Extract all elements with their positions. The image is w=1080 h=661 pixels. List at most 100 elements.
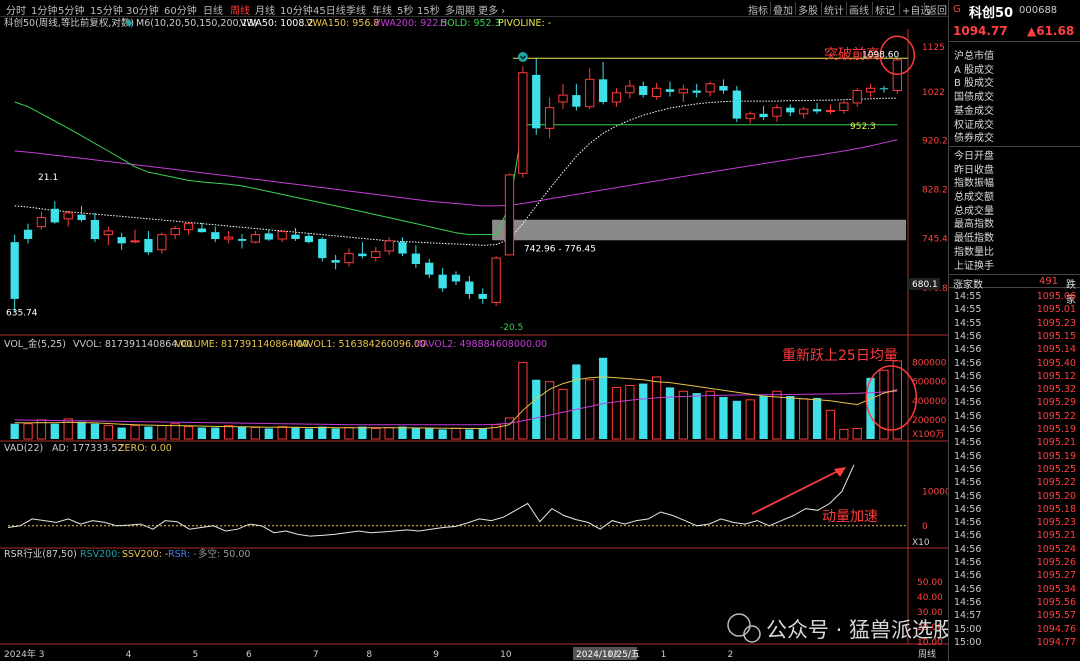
tick-row: 14:56 1095.19 <box>954 424 1078 437</box>
toolbar-separator <box>846 2 847 15</box>
volume-bar <box>799 398 809 440</box>
hold-price-label: 952.3 <box>850 122 876 132</box>
x-tick-3: 6 <box>246 650 252 660</box>
volume-tick-1: 600000 <box>912 378 947 388</box>
indicator-toggle-icon[interactable] <box>126 20 132 26</box>
toolbar-button-3[interactable]: 统计 <box>824 2 844 17</box>
timeframe-4[interactable]: 30分钟 <box>126 2 159 17</box>
toolbar-button-4[interactable]: 画线 <box>849 2 869 17</box>
toolbar-button-7[interactable]: 返回 <box>927 2 947 17</box>
volume-bar <box>572 364 581 439</box>
volume-bar <box>745 399 755 440</box>
tick-price: 1095.34 <box>1036 583 1076 595</box>
timeframe-3[interactable]: 15分钟 <box>90 2 123 17</box>
tick-row: 14:56 1095.12 <box>954 371 1078 384</box>
period-label: 周线 <box>918 648 936 660</box>
toolbar-separator <box>899 2 900 15</box>
x-tick-11: 2 <box>727 650 733 660</box>
tick-time: 14:56 <box>954 477 982 489</box>
vad-tick-1: 0 <box>922 522 928 532</box>
timeframe-1[interactable]: 1分钟 <box>31 2 57 17</box>
tick-time: 15:00 <box>954 636 982 648</box>
volume-bar <box>371 427 381 440</box>
market-item-15: 上证换手 <box>954 260 994 272</box>
tick-row: 14:57 1095.57 <box>954 610 1078 623</box>
tick-row: 14:56 1095.34 <box>954 584 1078 597</box>
timeframe-16[interactable]: 更多 › <box>478 2 505 17</box>
volume-bar <box>772 390 782 440</box>
timeframe-0[interactable]: 分时 <box>6 2 26 17</box>
timeframe-12[interactable]: 年线 <box>372 2 392 17</box>
volume-tick-0: 800000 <box>912 359 947 369</box>
volume-bar <box>719 396 728 439</box>
toolbar-button-5[interactable]: 标记 <box>875 2 895 17</box>
tick-time: 14:56 <box>954 463 982 475</box>
toolbar-button-2[interactable]: 多股 <box>798 2 818 17</box>
tick-price: 1095.14 <box>1036 344 1076 356</box>
price-tick-2: 920.2 <box>922 137 948 147</box>
price-tick-4: 745.4 <box>922 235 948 245</box>
tick-row: 14:56 1095.14 <box>954 344 1078 357</box>
tick-row: 15:00 1094.76 <box>954 624 1078 637</box>
tick-time: 14:56 <box>954 437 982 449</box>
volume-bar <box>291 427 300 439</box>
volume-bar <box>812 397 822 439</box>
volume-bar <box>625 384 635 440</box>
timeframe-14[interactable]: 15秒 <box>417 2 440 17</box>
volume-bar <box>10 423 19 439</box>
tick-time: 14:56 <box>954 596 982 608</box>
timeframe-9[interactable]: 10分钟 <box>280 2 313 17</box>
volume-bar <box>304 428 314 439</box>
market-divider <box>949 146 1080 147</box>
indicator-5: PIVOLINE: - <box>498 18 551 29</box>
candle <box>504 173 515 256</box>
advance-row: 涨家数 491 跌家 <box>949 274 1080 306</box>
volume-bar <box>692 393 701 439</box>
candle <box>318 237 327 262</box>
advancers-label: 涨家数 <box>953 280 983 291</box>
tick-time: 14:56 <box>954 397 982 409</box>
low-change-label: -20.5 <box>500 323 523 333</box>
chart-svg[interactable]: 突破前高1098.60952.3742.96 - 776.4521.1635.7… <box>0 17 954 661</box>
tick-row: 14:56 1095.21 <box>954 530 1078 543</box>
tick-time: 14:56 <box>954 410 982 422</box>
volume-bar <box>451 427 461 440</box>
current-price-label: 680.1 <box>912 280 938 290</box>
gap-rect <box>492 219 906 241</box>
timeframe-5[interactable]: 60分钟 <box>164 2 197 17</box>
watermark-text: 公众号 · 猛兽派选股 <box>766 618 948 642</box>
price-row: 1094.77 ▲61.68 <box>949 22 1080 42</box>
volume-label-3: MAVOL1: 516384260096.00 <box>293 339 426 350</box>
indicator-3: VWA200: 922.5 <box>374 18 447 29</box>
timeframe-13[interactable]: 5秒 <box>397 2 413 17</box>
timeframe-6[interactable]: 日线 <box>203 2 223 17</box>
indicator-4: HOLD: 952.3 <box>440 18 501 29</box>
timeframe-7[interactable]: 周线 <box>230 2 250 17</box>
timeframe-2[interactable]: 5分钟 <box>58 2 84 17</box>
chart-panel[interactable]: 突破前高 1098.60 952.3 742.96 - 776.45 21.1 635.7… <box>0 17 954 661</box>
signal-marker-icon <box>517 52 528 62</box>
timeframe-8[interactable]: 月线 <box>255 2 275 17</box>
volume-bar <box>585 379 595 440</box>
tick-row: 14:56 1095.19 <box>954 451 1078 464</box>
volume-bar <box>277 426 287 440</box>
toolbar-button-0[interactable]: 指标 <box>748 2 768 17</box>
volume-bar <box>639 383 648 439</box>
tick-row: 14:56 1095.29 <box>954 397 1078 410</box>
price-tick-0: 1125 <box>922 43 945 53</box>
timeframe-11[interactable]: 季线 <box>346 2 366 17</box>
volume-bar <box>197 427 207 439</box>
tick-row: 15:00 1094.77 <box>954 637 1078 650</box>
volume-bar <box>23 423 33 440</box>
timeframe-10[interactable]: 45日线 <box>313 2 346 17</box>
x-tick-5: 8 <box>366 650 372 660</box>
volume-bar <box>732 400 741 439</box>
tick-row: 14:56 1095.21 <box>954 437 1078 450</box>
price-change: ▲61.68 <box>1027 24 1075 38</box>
tick-price: 1095.01 <box>1036 304 1076 316</box>
timeframe-15[interactable]: 多周期 <box>445 2 475 17</box>
vad-label-0: VAD(22) <box>4 443 43 454</box>
toolbar-button-1[interactable]: 叠加 <box>773 2 793 17</box>
tick-time: 14:57 <box>954 610 982 622</box>
tick-time: 14:56 <box>954 557 982 568</box>
